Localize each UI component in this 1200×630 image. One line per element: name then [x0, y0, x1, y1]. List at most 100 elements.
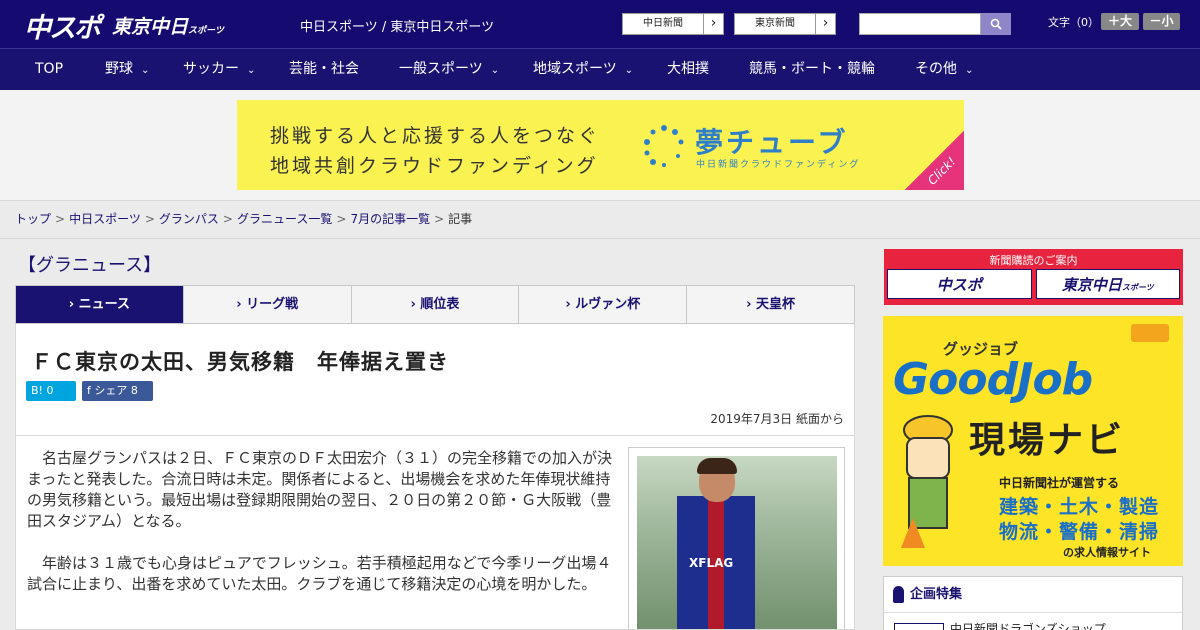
breadcrumb-separator: >: [55, 212, 66, 226]
tokyo-chunichi-logo[interactable]: 東京中日スポーツ: [112, 12, 224, 39]
search-icon: [990, 18, 1002, 30]
crowdfunding-banner[interactable]: 挑戦する人と応援する人をつなぐ 地域共創クラウドファンディング 夢チューブ 中日…: [237, 100, 964, 190]
breadcrumb-separator: >: [144, 212, 155, 226]
nav-item-label: 地域スポーツ: [533, 61, 617, 77]
photo-player-hair: [697, 458, 737, 474]
feature-item[interactable]: 中日新聞ドラゴンズショップ: [894, 620, 1174, 630]
nav-item-local-sports[interactable]: 地域スポーツ ⌄: [533, 49, 633, 91]
photo-jersey-sponsor: XFLAG: [689, 556, 734, 570]
subscribe-tokyo-chunichi-sub: スポーツ: [1121, 283, 1154, 292]
search-button[interactable]: [981, 13, 1011, 35]
nav-item-sumo[interactable]: 大相撲: [667, 49, 709, 91]
chevron-right-icon: ›: [703, 14, 723, 34]
article-paragraph: 名古屋グランパスは２日、ＦＣ東京のＤＦ太田宏介（３１）の完全移籍での加入が決まっ…: [27, 449, 613, 530]
tab-league[interactable]: › リーグ戦: [182, 286, 351, 323]
worker-illustration-icon: [901, 415, 953, 548]
breadcrumb-gra-news-list[interactable]: グラニュース一覧: [237, 212, 332, 226]
feature-title: 企画特集: [910, 587, 963, 602]
subscribe-chuspo-link[interactable]: 中スポ: [887, 269, 1032, 299]
ribbon-icon: [893, 586, 904, 603]
yume-tube-dots-icon: [644, 125, 684, 167]
article-body: 名古屋グランパスは２日、ＦＣ東京のＤＦ太田宏介（３１）の完全移籍での加入が決まっ…: [15, 436, 855, 630]
font-larger-button[interactable]: ＋大: [1101, 13, 1139, 30]
breadcrumb: トップ > 中日スポーツ > グランパス > グラニュース一覧 >7月の記事一覧 > 記事: [15, 210, 472, 227]
font-smaller-button[interactable]: －小: [1143, 13, 1180, 30]
goodjob-banner[interactable]: グッジョブ GoodJob 現場ナビ 中日新聞社が運営する 建築・土木・製造 物…: [883, 316, 1183, 566]
nav-item-label: 野球: [105, 61, 133, 77]
breadcrumb-separator: >: [222, 212, 233, 226]
breadcrumb-top[interactable]: トップ: [15, 212, 51, 226]
chevron-down-icon: ⌄: [624, 65, 634, 76]
article-photo-frame: XFLAG: [628, 447, 845, 629]
chevron-down-icon: ⌄: [490, 65, 500, 76]
banner-brand-sub: 中日新聞クラウドファンディング: [696, 160, 861, 170]
breadcrumb-divider: [0, 238, 1200, 239]
subscribe-tokyo-chunichi-text: 東京中日: [1061, 276, 1122, 294]
goodjob-tagline-3: 物流・警備・清掃: [999, 521, 1160, 543]
nav-item-label: 芸能・社会: [289, 61, 359, 77]
article-photo[interactable]: XFLAG: [637, 456, 837, 629]
truck-icon: [1131, 324, 1169, 342]
nav-item-label: サッカー: [183, 61, 239, 77]
nav-item-soccer[interactable]: サッカー ⌄: [183, 49, 255, 91]
banner-line-1: 挑戦する人と応援する人をつなぐ: [270, 125, 601, 147]
facebook-share-button[interactable]: f シェア 8: [82, 381, 153, 401]
tab-emperors-cup[interactable]: › 天皇杯: [686, 286, 854, 323]
nav-item-other[interactable]: その他 ⌄: [915, 49, 973, 91]
subscription-banner[interactable]: 新聞購読のご案内 中スポ 東京中日スポーツ: [884, 249, 1183, 305]
chunichi-shimbun-link-label: 中日新聞: [643, 18, 683, 29]
chevron-right-icon: ›: [815, 14, 835, 34]
tab-levain-cup[interactable]: › ルヴァン杯: [518, 286, 686, 323]
nav-item-entertainment[interactable]: 芸能・社会: [289, 49, 359, 91]
feature-item-label: 中日新聞ドラゴンズショップ: [950, 622, 1106, 630]
nav-item-label: その他: [915, 61, 957, 77]
nav-item-label: 大相撲: [667, 61, 709, 77]
banner-line-2: 地域共創クラウドファンディング: [270, 155, 599, 177]
goodjob-tagline-2: 建築・土木・製造: [999, 496, 1160, 518]
nav-item-label: 競馬・ボート・競輪: [749, 61, 875, 77]
nav-item-baseball[interactable]: 野球 ⌄: [105, 49, 149, 91]
section-title: 【グラニュース】: [18, 255, 162, 276]
feature-header: 企画特集: [884, 577, 1182, 613]
goodjob-logo: GoodJob: [893, 354, 1093, 405]
tokyo-shimbun-link-label: 東京新聞: [755, 18, 795, 29]
main-nav: TOP 野球 ⌄ サッカー ⌄ 芸能・社会 一般スポーツ ⌄ 地域スポーツ ⌄ 大相撲 …: [0, 48, 1200, 90]
breadcrumb-grampus[interactable]: グランパス: [159, 212, 219, 226]
hatena-bookmark-button[interactable]: B! 0: [26, 381, 76, 401]
nav-item-general-sports[interactable]: 一般スポーツ ⌄: [399, 49, 499, 91]
goodjob-tagline-1: 中日新聞社が運営する: [999, 476, 1120, 490]
tab-news[interactable]: › ニュース: [16, 286, 183, 323]
feature-box: 企画特集 中日新聞ドラゴンズショップ: [883, 576, 1183, 630]
article-paragraph: 年齢は３１歳でも心身はピュアでフレッシュ。若手積極起用などで今季リーグ出場４試合…: [27, 554, 612, 593]
breadcrumb-separator: >: [336, 212, 347, 226]
breadcrumb-current: 記事: [448, 212, 473, 226]
site-title: 中日スポーツ / 東京中日スポーツ: [300, 20, 495, 35]
goodjob-navi: 現場ナビ: [969, 420, 1126, 461]
tokyo-shimbun-link[interactable]: 東京新聞 ›: [734, 13, 836, 35]
chunichi-shimbun-link[interactable]: 中日新聞 ›: [622, 13, 724, 35]
chevron-down-icon: ⌄: [965, 65, 974, 76]
tokyo-chunichi-logo-sub: スポーツ: [188, 26, 224, 36]
font-size-label: 文字（0）: [1048, 16, 1099, 29]
search-box: [859, 13, 1011, 35]
subscribe-tokyo-chunichi-link[interactable]: 東京中日スポーツ: [1035, 269, 1180, 299]
chevron-down-icon: ⌄: [141, 65, 150, 76]
nav-item-racing[interactable]: 競馬・ボート・競輪: [749, 49, 875, 91]
breadcrumb-separator: >: [434, 212, 445, 226]
goodjob-tagline-4: の求人情報サイト: [1063, 546, 1151, 559]
subscription-links: 中スポ 東京中日スポーツ: [887, 269, 1180, 299]
nav-item-top[interactable]: TOP: [35, 49, 63, 91]
chuspo-logo[interactable]: 中スポ: [24, 6, 101, 45]
section-tabs: › ニュース › リーグ戦 › 順位表 › ルヴァン杯 › 天皇杯: [15, 285, 855, 324]
breadcrumb-chunichi-sports[interactable]: 中日スポーツ: [69, 212, 141, 226]
search-input[interactable]: [859, 13, 981, 35]
top-header: 中スポ 東京中日スポーツ 中日スポーツ / 東京中日スポーツ 中日新聞 › 東京…: [0, 0, 1200, 48]
article-date: 2019年7月3日 紙面から: [710, 412, 844, 426]
article-title: ＦＣ東京の太田、男気移籍 年俸据え置き: [31, 350, 449, 374]
article-header: ＦＣ東京の太田、男気移籍 年俸据え置き B! 0 f シェア 8 2019年7月…: [15, 324, 855, 436]
nav-item-label: 一般スポーツ: [399, 61, 483, 77]
tab-standings[interactable]: › 順位表: [350, 286, 519, 323]
chevron-down-icon: ⌄: [247, 65, 256, 76]
breadcrumb-july-articles[interactable]: 7月の記事一覧: [350, 212, 430, 226]
tokyo-chunichi-logo-text: 東京中日: [112, 16, 189, 38]
